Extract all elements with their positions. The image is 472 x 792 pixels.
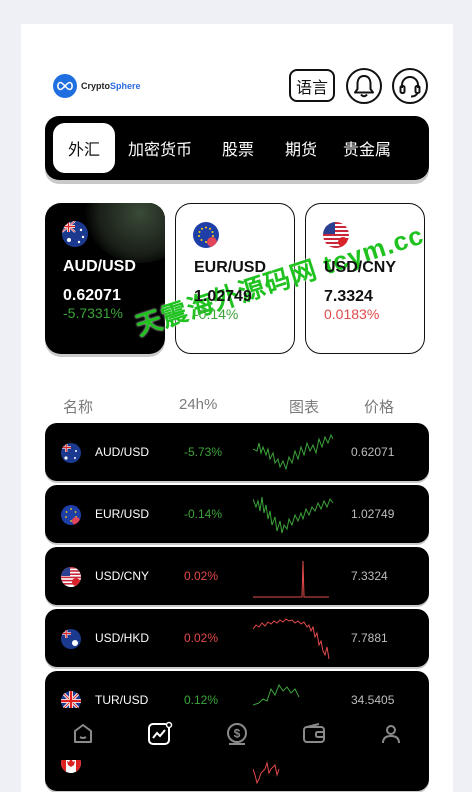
- column-header-price: 价格: [364, 399, 395, 416]
- nav-home[interactable]: [67, 718, 99, 750]
- sparkline-chart: [253, 618, 330, 660]
- sparkline-chart: [253, 560, 329, 598]
- nav-market[interactable]: [144, 718, 176, 750]
- headset-icon: [399, 76, 421, 98]
- sparkline-chart: [253, 496, 334, 534]
- tab-futures[interactable]: 期货: [271, 123, 331, 173]
- profile-icon: [381, 725, 400, 744]
- row-pair: TUR/USD: [95, 693, 149, 707]
- featured-price: 0.62071: [63, 287, 121, 304]
- row-pair: USD/CNY: [95, 569, 150, 583]
- row-pair: AUD/USD: [95, 445, 150, 459]
- australia-flag-icon: [62, 221, 88, 247]
- dollar-coin-icon: $: [226, 723, 247, 745]
- row-change: -0.14%: [184, 507, 223, 521]
- app-logo[interactable]: CryptoSphere: [53, 74, 141, 98]
- wallet-icon: [302, 723, 325, 743]
- app-screen: CryptoSphere 语言 外汇 加密货币 股票 期货 贵金属 AUD/US…: [21, 24, 453, 792]
- hong-kong-flag-icon: [61, 629, 81, 649]
- tab-precious-metals[interactable]: 贵金属: [331, 123, 403, 173]
- nav-wallet[interactable]: [298, 718, 330, 750]
- home-icon: [74, 724, 93, 743]
- tab-stocks[interactable]: 股票: [205, 123, 271, 173]
- column-header-chart: 图表: [289, 399, 320, 416]
- featured-price: 7.3324: [324, 288, 373, 305]
- tab-crypto[interactable]: 加密货币: [115, 123, 205, 173]
- row-change: 0.02%: [184, 569, 219, 583]
- row-change: 0.02%: [184, 631, 219, 645]
- featured-price: 1.02749: [194, 288, 252, 305]
- featured-change: -0.14%: [194, 306, 239, 322]
- notification-button[interactable]: [346, 68, 382, 104]
- table-row[interactable]: USD/HKD 0.02% 7.7881: [45, 609, 429, 667]
- bottom-navigation: $: [45, 708, 429, 760]
- australia-flag-icon: [61, 443, 81, 463]
- usa-flag-icon: [61, 567, 81, 587]
- tab-forex[interactable]: 外汇: [53, 123, 115, 173]
- table-row[interactable]: EUR/USD -0.14% 1.02749: [45, 485, 429, 543]
- featured-pair: AUD/USD: [63, 258, 136, 275]
- row-change: -5.73%: [184, 445, 223, 459]
- market-category-tabs: 外汇 加密货币 股票 期货 贵金属: [45, 116, 429, 180]
- row-price: 7.7881: [351, 631, 388, 645]
- infinity-logo-icon: [53, 74, 77, 98]
- featured-change: -5.7331%: [63, 305, 123, 321]
- column-header-24h: 24h%: [179, 396, 218, 413]
- sparkline-chart: [253, 433, 334, 471]
- featured-pair: EUR/USD: [194, 259, 267, 276]
- nav-profile[interactable]: [375, 718, 407, 750]
- svg-text:$: $: [234, 727, 241, 741]
- nav-trade[interactable]: $: [221, 718, 253, 750]
- logo-text-accent: Sphere: [110, 81, 141, 91]
- row-pair: EUR/USD: [95, 507, 150, 521]
- row-price: 0.62071: [351, 445, 395, 459]
- market-chart-icon: [148, 721, 173, 745]
- column-header-name: 名称: [63, 399, 94, 416]
- row-price: 1.02749: [351, 507, 395, 521]
- row-price: 34.5405: [351, 693, 395, 707]
- eu-flag-icon: [61, 505, 81, 525]
- customer-support-button[interactable]: [392, 68, 428, 104]
- row-price: 7.3324: [351, 569, 388, 583]
- featured-pair: USD/CNY: [324, 259, 397, 276]
- row-pair: USD/HKD: [95, 631, 150, 645]
- eu-flag-icon: [193, 222, 219, 248]
- logo-text-prefix: Crypto: [81, 81, 110, 91]
- row-change: 0.12%: [184, 693, 219, 707]
- featured-change: 0.0183%: [324, 306, 380, 322]
- table-row[interactable]: USD/CNY 0.02% 7.3324: [45, 547, 429, 605]
- usa-flag-icon: [323, 222, 349, 248]
- bell-icon: [354, 75, 374, 98]
- logo-wordmark: CryptoSphere: [81, 81, 141, 91]
- language-button[interactable]: 语言: [289, 69, 335, 102]
- table-row[interactable]: AUD/USD -5.73% 0.62071: [45, 423, 429, 481]
